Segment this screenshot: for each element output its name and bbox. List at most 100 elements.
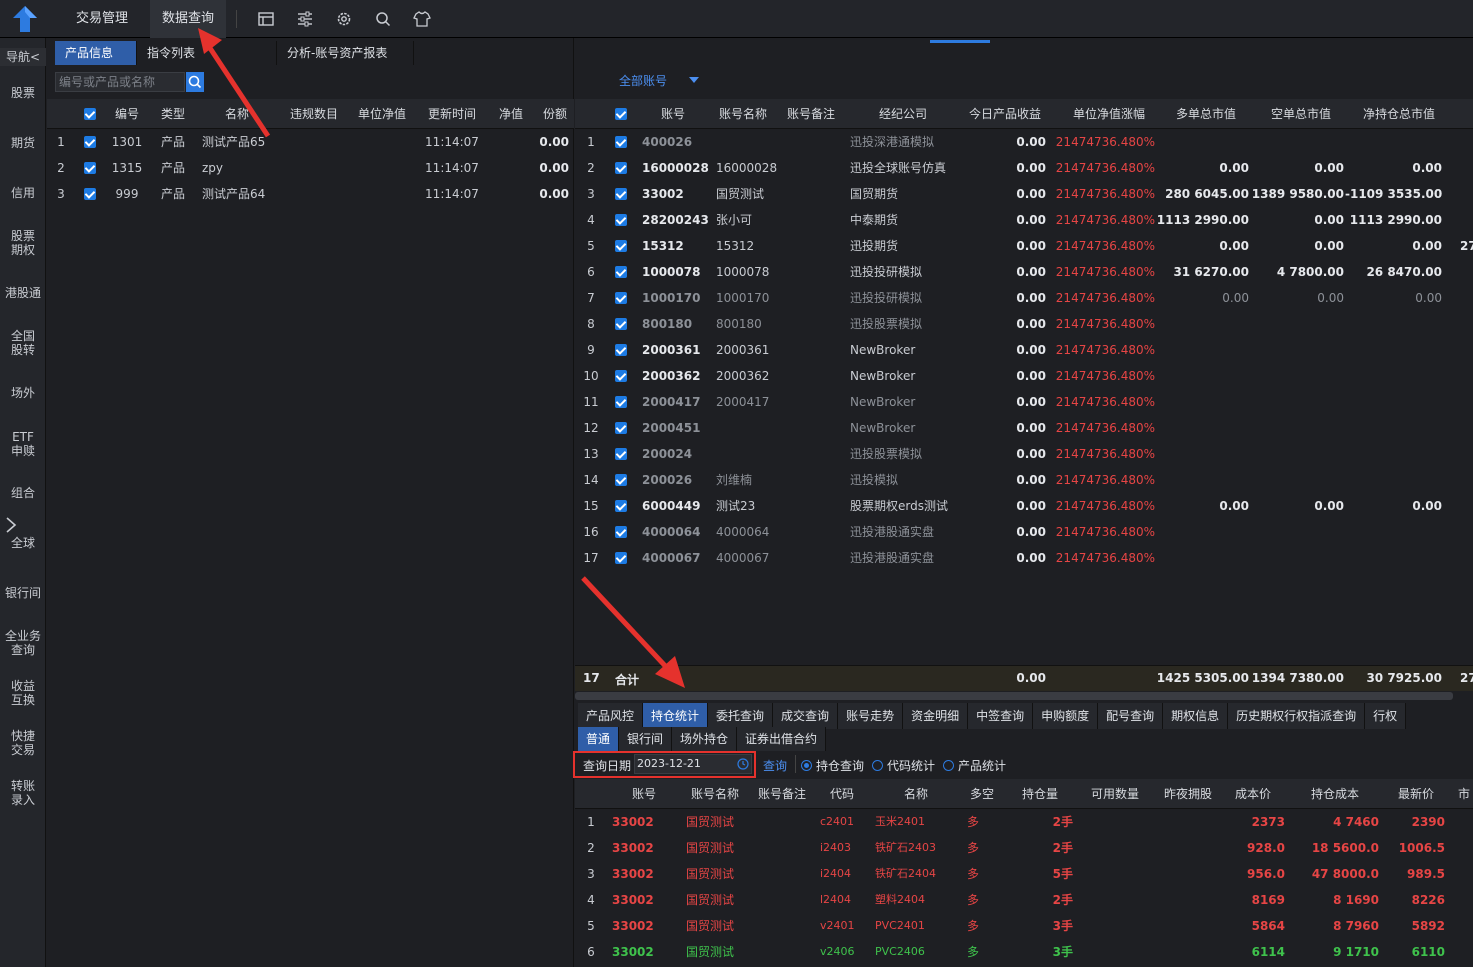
col-pos-code[interactable]: 代码 <box>817 779 867 809</box>
bottom-tab[interactable]: 账号走势 <box>838 703 904 729</box>
sidebar-item[interactable]: 期货 <box>0 136 46 150</box>
radio-position-query[interactable]: 持仓查询 <box>801 757 864 774</box>
bottom-tab[interactable]: 期权信息 <box>1163 703 1229 729</box>
table-row[interactable]: 10 2000362 2000362 NewBroker 0.00 21474736.48… <box>575 363 1473 389</box>
row-checkbox[interactable] <box>615 292 627 304</box>
col-pos-overnight[interactable]: 昨夜拥股 <box>1155 779 1221 809</box>
sliders-icon[interactable] <box>296 10 314 28</box>
table-row[interactable]: 13 200024 迅投股票模拟 0.00 21474736.480% <box>575 441 1473 467</box>
col-violations[interactable]: 违规数目 <box>283 99 345 129</box>
table-row[interactable]: 6 33002 国贸测试 v2406 PVC2406 多 3手 6114 9 1710 6110 <box>575 939 1473 965</box>
row-checkbox[interactable] <box>615 136 627 148</box>
sidebar-item[interactable]: 场外 <box>0 386 46 400</box>
col-nav-change[interactable]: 单位净值涨幅 <box>1059 99 1159 129</box>
row-checkbox[interactable] <box>84 136 96 148</box>
col-long-value[interactable]: 多单总市值 <box>1161 99 1251 129</box>
account-filter-select[interactable]: 全部账号 <box>619 72 667 89</box>
table-row[interactable]: 5 33002 国贸测试 v2401 PVC2401 多 3手 5864 8 7960 5892 <box>575 913 1473 939</box>
col-account[interactable]: 账号 <box>639 99 707 129</box>
sidebar-item[interactable]: 组合 <box>0 486 46 500</box>
menu-data-query[interactable]: 数据查询 <box>150 0 227 38</box>
table-row[interactable]: 17 4000067 4000067 迅投港股通实盘 0.00 21474736.480% <box>575 545 1473 571</box>
row-checkbox[interactable] <box>84 188 96 200</box>
table-row[interactable]: 7 1000170 1000170 迅投投研模拟 0.00 21474736.480% 0.… <box>575 285 1473 311</box>
radio-code-stats[interactable]: 代码统计 <box>872 757 935 774</box>
col-pos-cost-price[interactable]: 成本价 <box>1225 779 1281 809</box>
col-pos-account[interactable]: 账号 <box>609 779 679 809</box>
row-checkbox[interactable] <box>615 552 627 564</box>
col-pos-note[interactable]: 账号备注 <box>751 779 813 809</box>
sidebar-item[interactable]: 快捷 交易 <box>0 729 46 757</box>
col-pos-name[interactable]: 名称 <box>871 779 961 809</box>
query-button[interactable]: 查询 <box>763 757 787 774</box>
table-row[interactable]: 14 200026 刘维楠 迅投模拟 0.00 21474736.480% <box>575 467 1473 493</box>
table-row[interactable]: 16 4000064 4000064 迅投港股通实盘 0.00 21474736.480% <box>575 519 1473 545</box>
bottom-tab[interactable]: 产品风控 <box>578 703 644 729</box>
bottom-tab[interactable]: 申购额度 <box>1033 703 1099 729</box>
col-code[interactable]: 编号 <box>105 99 149 129</box>
row-checkbox[interactable] <box>615 422 627 434</box>
col-pos-account-name[interactable]: 账号名称 <box>683 779 747 809</box>
shirt-icon[interactable] <box>413 10 431 28</box>
row-checkbox[interactable] <box>84 162 96 174</box>
col-unit-nav[interactable]: 单位净值 <box>349 99 415 129</box>
col-type[interactable]: 类型 <box>151 99 195 129</box>
sub-tab[interactable]: 银行间 <box>619 727 673 751</box>
table-row[interactable]: 9 2000361 2000361 NewBroker 0.00 21474736.480… <box>575 337 1473 363</box>
col-pos-cost[interactable]: 持仓成本 <box>1291 779 1379 809</box>
sidebar-item[interactable]: 全国 股转 <box>0 329 46 357</box>
bottom-tab[interactable]: 资金明细 <box>903 703 969 729</box>
col-pos-market[interactable]: 市 <box>1455 779 1473 809</box>
sidebar-item[interactable]: 全球 <box>0 536 46 550</box>
layout-icon[interactable] <box>257 10 275 28</box>
sub-tab[interactable]: 普通 <box>578 727 620 751</box>
table-row[interactable]: 2 16000028 16000028 迅投全球账号仿真 0.00 21474736.48… <box>575 155 1473 181</box>
dropdown-caret-icon[interactable] <box>689 77 699 83</box>
col-name[interactable]: 名称 <box>197 99 277 129</box>
sub-tab[interactable]: 场外持仓 <box>672 727 738 751</box>
col-nav[interactable]: 净值 <box>489 99 533 129</box>
search-icon[interactable] <box>374 10 392 28</box>
sidebar-item[interactable]: 股票 <box>0 86 46 100</box>
table-row[interactable]: 1 1301 产品 测试产品65 11:14:07 0.00 <box>47 129 574 155</box>
row-checkbox[interactable] <box>615 370 627 382</box>
col-account-note[interactable]: 账号备注 <box>779 99 843 129</box>
row-checkbox[interactable] <box>615 396 627 408</box>
table-row[interactable]: 4 33002 国贸测试 l2404 塑料2404 多 2手 8169 8 1690 8226 <box>575 887 1473 913</box>
bottom-tab[interactable]: 中签查询 <box>968 703 1034 729</box>
col-today-income[interactable]: 今日产品收益 <box>963 99 1047 129</box>
sidebar-item[interactable]: 股票 期权 <box>0 229 46 257</box>
table-row[interactable]: 15 6000449 测试23 股票期权erds测试 0.00 21474736.480%… <box>575 493 1473 519</box>
table-row[interactable]: 1 400026 迅投深港通模拟 0.00 21474736.480% <box>575 129 1473 155</box>
table-row[interactable]: 3 33002 国贸测试 国贸期货 0.00 21474736.480% 280 6045.… <box>575 181 1473 207</box>
sidebar-item[interactable]: 转账 录入 <box>0 779 46 807</box>
table-row[interactable]: 8 800180 800180 迅投股票模拟 0.00 21474736.480% <box>575 311 1473 337</box>
col-update-time[interactable]: 更新时间 <box>419 99 485 129</box>
horizontal-scrollbar[interactable] <box>575 692 1453 700</box>
col-pos-available[interactable]: 可用数量 <box>1079 779 1151 809</box>
bottom-tab[interactable]: 持仓统计 <box>643 703 709 729</box>
table-row[interactable]: 6 1000078 1000078 迅投投研模拟 0.00 21474736.480% 31… <box>575 259 1473 285</box>
row-checkbox[interactable] <box>615 344 627 356</box>
table-row[interactable]: 2 33002 国贸测试 i2403 铁矿石2403 多 2手 928.0 18 5600.0 1… <box>575 835 1473 861</box>
select-all-accounts-checkbox[interactable] <box>615 108 627 120</box>
row-checkbox[interactable] <box>615 526 627 538</box>
row-checkbox[interactable] <box>615 448 627 460</box>
col-pos-qty[interactable]: 持仓量 <box>1007 779 1073 809</box>
select-all-checkbox[interactable] <box>84 108 96 120</box>
menu-trade-management[interactable]: 交易管理 <box>64 0 140 38</box>
row-checkbox[interactable] <box>615 474 627 486</box>
col-net-value[interactable]: 净持仓总市值 <box>1351 99 1447 129</box>
table-row[interactable]: 11 2000417 2000417 NewBroker 0.00 21474736.48… <box>575 389 1473 415</box>
table-row[interactable]: 12 2000451 NewBroker 0.00 21474736.480% <box>575 415 1473 441</box>
bottom-tab[interactable]: 历史期权行权指派查询 <box>1228 703 1366 729</box>
row-checkbox[interactable] <box>615 318 627 330</box>
tab-account-asset-report[interactable]: 分析-账号资产报表 <box>277 41 414 65</box>
row-checkbox[interactable] <box>615 214 627 226</box>
sidebar-item[interactable]: 港股通 <box>0 286 46 300</box>
search-button-icon[interactable] <box>186 72 204 92</box>
table-row[interactable]: 3 999 产品 测试产品64 11:14:07 0.00 <box>47 181 574 207</box>
sidebar-nav-toggle[interactable]: 导航< <box>0 48 46 66</box>
splitter-handle[interactable] <box>930 40 990 43</box>
sidebar-item[interactable]: ETF 申赎 <box>0 430 46 458</box>
